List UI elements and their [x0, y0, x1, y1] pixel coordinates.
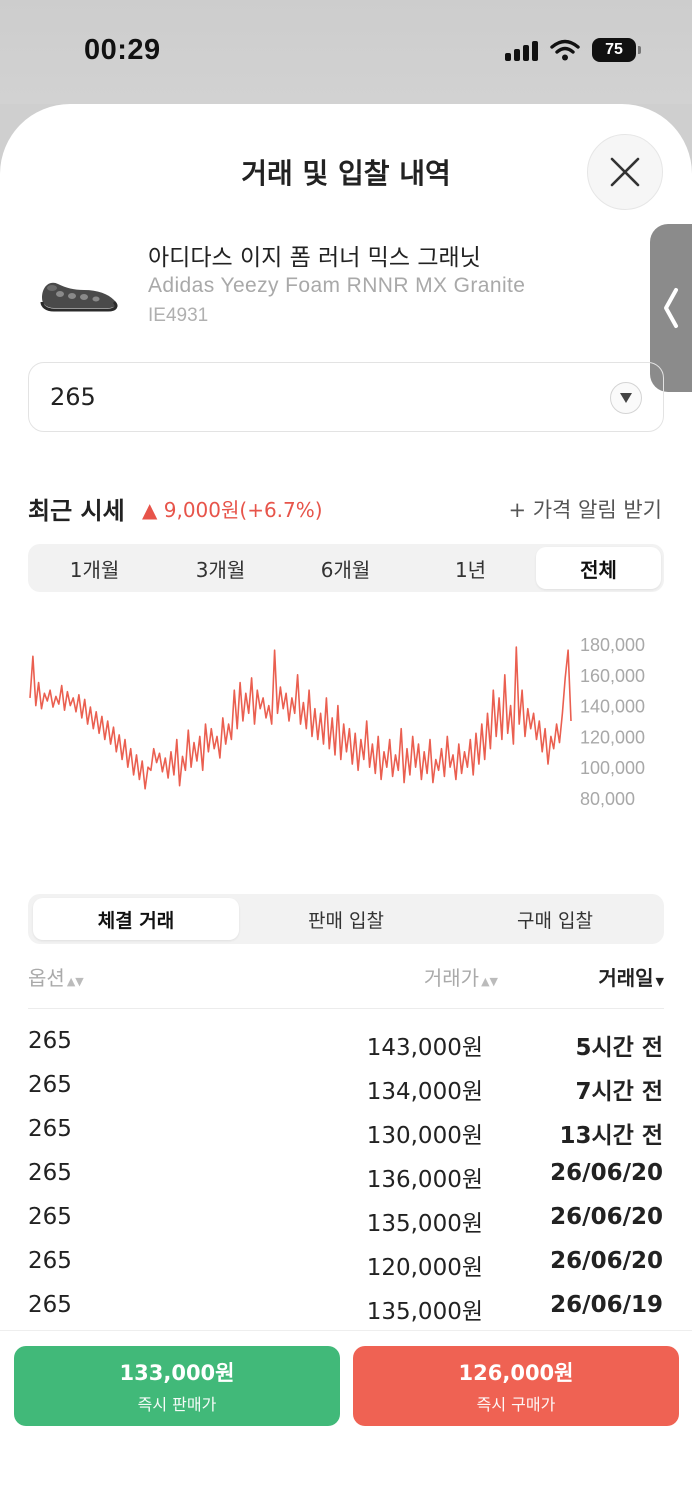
row-size: 265 [28, 1292, 72, 1318]
product-image [40, 282, 118, 312]
tab-6-months[interactable]: 6개월 [283, 544, 408, 592]
product-name-en: Adidas Yeezy Foam RNNR MX Granite [148, 274, 526, 297]
tab-3-months[interactable]: 3개월 [158, 544, 283, 592]
size-dropdown-button[interactable] [610, 382, 642, 414]
row-size: 265 [28, 1028, 72, 1054]
y-tick-label: 100,000 [580, 758, 645, 778]
bottom-action-bar: 133,000원 즉시 판매가 126,000원 즉시 구매가 [0, 1330, 692, 1500]
chevron-left-icon [664, 288, 678, 328]
tab-buy-bids[interactable]: 구매 입찰 [452, 894, 658, 944]
instant-buy-button[interactable]: 126,000원 즉시 구매가 [353, 1346, 679, 1426]
price-chart: 180,000 160,000 140,000 120,000 100,000 80,00… [29, 635, 645, 809]
column-header-date-label: 거래일 [598, 966, 654, 990]
table-divider [28, 1008, 664, 1009]
table-row: 265 130,000원 13시간 전 [0, 1116, 692, 1160]
size-select[interactable]: 265 [28, 362, 664, 432]
price-alert-button[interactable]: + 가격 알림 받기 [508, 494, 662, 524]
caret-down-icon [620, 393, 632, 403]
table-row: 265 134,000원 7시간 전 [0, 1072, 692, 1116]
y-tick-label: 180,000 [580, 635, 645, 655]
table-row: 265 120,000원 26/06/20 [0, 1248, 692, 1292]
y-tick-label: 160,000 [580, 666, 645, 686]
status-time: 00:29 [84, 34, 161, 66]
y-tick-label: 80,000 [580, 789, 635, 809]
instant-buy-label: 즉시 구매가 [476, 1395, 556, 1414]
product-code: IE4931 [148, 305, 209, 326]
sort-icon: ▲▼ [481, 975, 498, 988]
size-select-value: 265 [50, 383, 96, 411]
cellular-signal-icon [505, 39, 538, 61]
row-date: 26/06/19 [550, 1292, 663, 1318]
instant-sell-price: 133,000원 [119, 1361, 235, 1385]
column-header-price-label: 거래가 [423, 966, 480, 990]
row-size: 265 [28, 1248, 72, 1274]
table-row: 265 135,000원 26/06/20 [0, 1204, 692, 1248]
row-date: 26/06/20 [550, 1160, 663, 1186]
row-price: 130,000원 [366, 1123, 483, 1149]
trade-type-tabs: 체결 거래 판매 입찰 구매 입찰 [28, 894, 664, 944]
row-size: 265 [28, 1072, 72, 1098]
trade-history-sheet: 거래 및 입찰 내역 아디다스 이지 폼 러너 믹스 그래닛 Adidas Ye… [0, 104, 692, 1500]
row-price: 134,000원 [366, 1079, 483, 1105]
y-tick-label: 140,000 [580, 697, 645, 717]
row-date: 26/06/20 [550, 1204, 663, 1230]
tab-1-year[interactable]: 1년 [408, 544, 533, 592]
row-price: 136,000원 [366, 1167, 483, 1193]
instant-sell-button[interactable]: 133,000원 즉시 판매가 [14, 1346, 340, 1426]
tab-completed-trades[interactable]: 체결 거래 [33, 898, 239, 940]
table-row: 265 136,000원 26/06/20 [0, 1160, 692, 1204]
price-series-line [29, 646, 572, 790]
row-date: 7시간 전 [575, 1079, 664, 1105]
row-date: 26/06/20 [550, 1248, 663, 1274]
sort-desc-icon: ▼ [655, 975, 664, 988]
row-price: 143,000원 [366, 1035, 483, 1061]
column-header-option-label: 옵션 [28, 966, 65, 990]
row-date: 5시간 전 [575, 1035, 664, 1061]
row-price: 120,000원 [366, 1255, 483, 1281]
tab-sell-bids[interactable]: 판매 입찰 [243, 894, 449, 944]
product-name-ko: 아디다스 이지 폼 러너 믹스 그래닛 [148, 245, 481, 271]
instant-sell-label: 즉시 판매가 [137, 1395, 217, 1414]
price-change: ▲ 9,000원(+6.7%) [142, 498, 323, 522]
column-header-date[interactable]: 거래일 ▼ [598, 962, 664, 991]
y-axis-ticks: 180,000 160,000 140,000 120,000 100,000 80,00… [580, 635, 645, 809]
tab-all[interactable]: 전체 [536, 547, 661, 589]
recent-price-label: 최근 시세 [28, 497, 125, 525]
sort-icon: ▲▼ [66, 975, 84, 988]
row-size: 265 [28, 1204, 72, 1230]
status-bar: 00:29 75 [0, 0, 692, 104]
row-date: 13시간 전 [559, 1123, 664, 1149]
wifi-icon [550, 39, 580, 61]
column-header-price[interactable]: 거래가 ▲▼ [424, 962, 498, 991]
row-size: 265 [28, 1160, 72, 1186]
row-price: 135,000원 [366, 1299, 483, 1325]
row-price: 135,000원 [366, 1211, 483, 1237]
period-tabs: 1개월 3개월 6개월 1년 전체 [28, 544, 664, 592]
instant-buy-price: 126,000원 [458, 1361, 574, 1385]
battery-icon: 75 [592, 38, 641, 62]
column-header-option[interactable]: 옵션 ▲▼ [28, 962, 84, 991]
y-tick-label: 120,000 [580, 727, 645, 747]
tab-1-month[interactable]: 1개월 [32, 544, 157, 592]
row-size: 265 [28, 1116, 72, 1142]
close-icon [610, 157, 640, 187]
close-button[interactable] [587, 134, 663, 210]
table-row: 265 143,000원 5시간 전 [0, 1028, 692, 1072]
status-icons: 75 [505, 38, 641, 62]
